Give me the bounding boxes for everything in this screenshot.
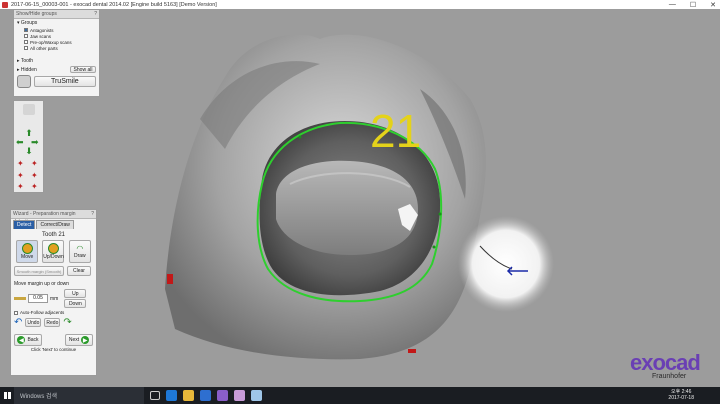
jaw-view-icon-6[interactable]: ✦	[31, 182, 43, 193]
jaw-view-icon-3[interactable]: ✦	[17, 171, 29, 182]
redo-icon[interactable]: ↷	[63, 317, 71, 328]
jaw-view-icon-2[interactable]: ✦	[31, 159, 43, 170]
store-icon[interactable]	[200, 390, 211, 401]
exocad-logo: exocad Fraunhofer	[630, 350, 701, 380]
maximize-button[interactable]: ☐	[690, 1, 696, 9]
help-button[interactable]: ?	[94, 10, 99, 18]
move-button[interactable]: Move	[16, 240, 39, 263]
move-margin-label: Move margin up or down	[14, 281, 70, 287]
app-taskbar-icon[interactable]	[234, 390, 245, 401]
wizard-help-button[interactable]: ?	[91, 210, 96, 218]
redo-button[interactable]: Redo	[44, 318, 61, 327]
jaw-view-icon-4[interactable]: ✦	[31, 171, 43, 182]
tooth-section[interactable]: ▸ Tooth	[14, 57, 99, 65]
clear-button[interactable]: Clear	[67, 266, 91, 276]
jaw-view-icon[interactable]: ✦	[17, 159, 29, 170]
tooth-icon	[17, 75, 31, 88]
exocad-taskbar-icon[interactable]	[217, 390, 228, 401]
autofollow-checkbox[interactable]: Auto-Follow adjacents	[11, 308, 96, 317]
rotate-down-icon[interactable]: ⬇	[23, 146, 35, 157]
app2-taskbar-icon[interactable]	[251, 390, 262, 401]
show-hide-panel: Show/Hide groups? ▾ Groups Antagonists J…	[13, 9, 100, 97]
edge-icon[interactable]	[166, 390, 177, 401]
next-button[interactable]: Next ▶	[65, 334, 93, 346]
magnifier-lens	[458, 216, 554, 312]
3d-viewport[interactable]: 21	[0, 9, 720, 387]
tooth-number-label: 21	[370, 105, 422, 157]
updown-button[interactable]: Up/Down	[42, 240, 65, 263]
explorer-icon[interactable]	[183, 390, 194, 401]
down-button[interactable]: Down	[64, 299, 87, 308]
panel-header: Show/Hide groups	[16, 11, 57, 17]
window-title: 2017-06-15_00003-001 - exocad dental 201…	[11, 1, 217, 8]
updown-icon	[47, 243, 59, 254]
hidden-section[interactable]: ▸ Hidden Show all	[14, 65, 99, 74]
windows-taskbar: Windows 검색 오후 2:46 2017-07-18	[0, 387, 720, 404]
wizard-panel: Wizard - Preparation margin detection? D…	[10, 209, 97, 376]
back-button[interactable]: ◀ Back	[14, 334, 42, 346]
tab-detect[interactable]: Detect	[13, 220, 36, 229]
next-arrow-icon: ▶	[81, 336, 90, 344]
tooth-title: Tooth 21	[41, 232, 66, 238]
undo-button[interactable]: Undo	[25, 318, 42, 327]
close-button[interactable]: ✕	[710, 1, 716, 9]
taskbar-clock[interactable]: 오후 2:46 2017-07-18	[668, 389, 694, 401]
trusmile-button[interactable]: TruSmile	[33, 76, 96, 87]
view-toolstrip: ⬆ ⬅ ➡ ⬇ ✦ ✦ ✦ ✦ ✦ ✦	[13, 100, 44, 193]
scan-render	[0, 9, 720, 387]
wizard-header: Wizard - Preparation margin detection	[13, 211, 76, 225]
taskbar-search[interactable]: Windows 검색	[14, 387, 144, 404]
show-all-button[interactable]: Show all	[70, 66, 96, 73]
tooth-stump	[276, 160, 418, 255]
app-icon	[2, 1, 8, 8]
start-button[interactable]	[0, 387, 14, 404]
tab-correct-draw[interactable]: Correct/Draw	[36, 220, 74, 229]
undo-icon[interactable]: ↶	[14, 317, 22, 328]
windows-icon	[3, 392, 11, 399]
groups-label: ▾ Groups	[17, 20, 38, 26]
draw-icon: ◠	[76, 244, 84, 253]
minimize-button[interactable]: —	[669, 1, 676, 8]
move-icon	[21, 243, 33, 254]
back-arrow-icon: ◀	[17, 336, 26, 344]
hint-text: Click 'Next' to continue	[30, 347, 77, 352]
task-view-icon[interactable]	[150, 391, 160, 400]
up-button[interactable]: Up	[64, 289, 87, 298]
mm-value-field[interactable]: 0.05	[28, 294, 48, 303]
slider-icon[interactable]	[14, 297, 26, 300]
mm-unit: mm	[50, 295, 59, 302]
draw-button[interactable]: ◠ Draw	[68, 240, 91, 263]
smooth-margin-button[interactable]: Smooth margin (Smooth)	[14, 266, 64, 276]
jaw-view-icon-5[interactable]: ✦	[17, 182, 29, 193]
view-front-icon[interactable]	[23, 104, 35, 115]
